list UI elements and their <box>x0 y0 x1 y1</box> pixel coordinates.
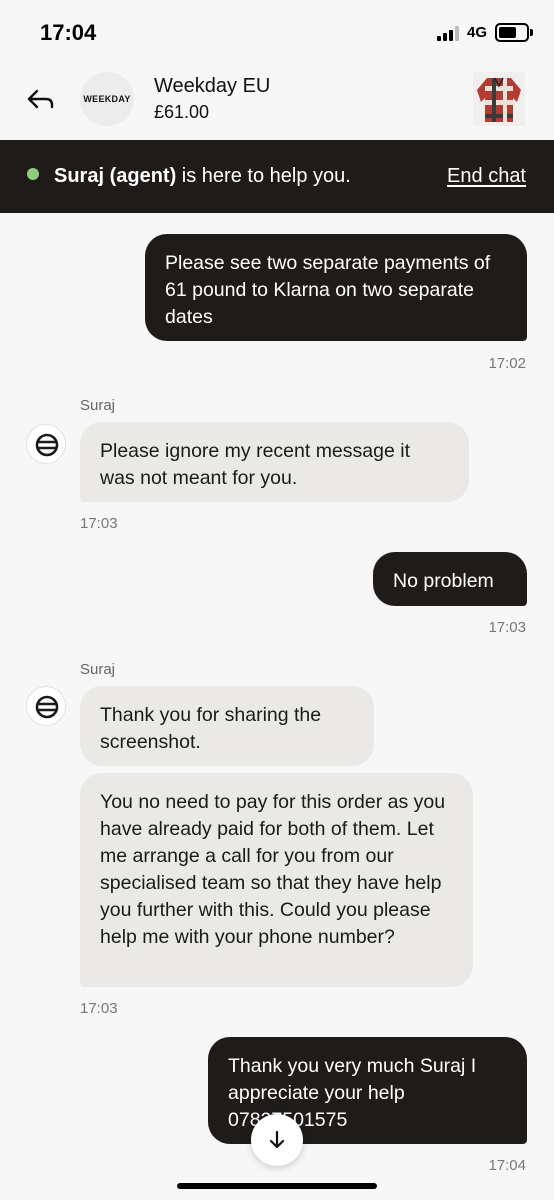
product-thumbnail[interactable] <box>473 72 525 126</box>
brand-logo-text: WEEKDAY <box>83 94 131 104</box>
home-indicator <box>177 1183 377 1189</box>
shop-name: Weekday EU <box>154 75 271 97</box>
status-time: 17:04 <box>40 20 97 45</box>
network-label: 4G <box>467 24 488 41</box>
agent-status-suffix: is here to help you. <box>176 165 351 187</box>
online-status-dot <box>27 168 39 180</box>
signal-bars-icon <box>437 25 463 41</box>
agent-avatar <box>26 686 66 726</box>
message-text: Please see two separate payments of 61 p… <box>165 252 491 328</box>
status-bar: 17:04 4G <box>0 0 554 64</box>
agent-banner: Suraj (agent) is here to help you. End c… <box>0 140 554 213</box>
arrow-down-icon <box>269 1130 285 1149</box>
message-timestamp: 17:04 <box>488 1157 526 1174</box>
brand-logo: WEEKDAY <box>80 72 134 126</box>
sender-name: Suraj <box>80 661 116 678</box>
message-text: Please ignore my recent message it was n… <box>100 440 410 489</box>
message-timestamp: 17:02 <box>488 355 526 372</box>
message-bubble-incoming: Thank you for sharing the screenshot. <box>80 686 374 766</box>
scroll-to-bottom-button[interactable] <box>251 1114 303 1166</box>
message-timestamp: 17:03 <box>80 1000 118 1017</box>
message-bubble-incoming: You no need to pay for this order as you… <box>80 773 473 987</box>
agent-status-text: Suraj (agent) is here to help you. <box>54 165 351 188</box>
reply-arrow-icon <box>27 89 54 109</box>
agent-name: Suraj (agent) <box>54 165 177 187</box>
message-text: No problem <box>393 570 494 592</box>
chat-header: WEEKDAY Weekday EU £61.00 <box>0 64 554 140</box>
back-button[interactable] <box>24 82 58 116</box>
battery-icon <box>495 23 533 42</box>
sender-name: Suraj <box>80 397 116 414</box>
order-price: £61.00 <box>154 102 210 122</box>
message-timestamp: 17:03 <box>80 515 118 532</box>
message-text: Thank you for sharing the screenshot. <box>100 704 322 753</box>
agent-logo-icon <box>35 695 59 719</box>
message-bubble-incoming: Please ignore my recent message it was n… <box>80 422 469 502</box>
message-bubble-outgoing: No problem <box>373 552 527 606</box>
message-timestamp: 17:03 <box>488 619 526 636</box>
message-bubble-outgoing: Please see two separate payments of 61 p… <box>145 234 527 341</box>
agent-logo-icon <box>35 433 59 457</box>
agent-avatar <box>26 424 66 464</box>
message-text: You no need to pay for this order as you… <box>100 791 446 948</box>
plaid-jacket-icon <box>473 72 525 126</box>
end-chat-link[interactable]: End chat <box>447 165 526 188</box>
